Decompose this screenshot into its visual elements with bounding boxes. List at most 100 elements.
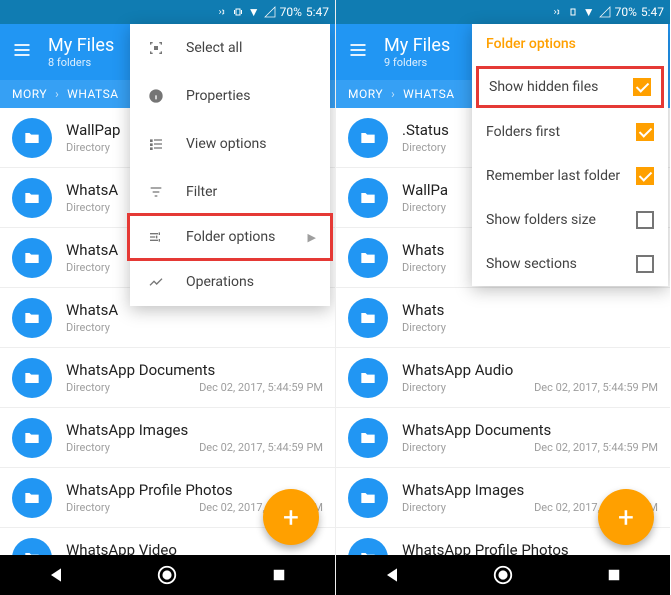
item-type: Directory bbox=[402, 141, 446, 154]
menu-icon[interactable] bbox=[348, 40, 368, 64]
folder-icon bbox=[12, 238, 52, 278]
select-all-icon bbox=[144, 40, 168, 56]
option-show-size[interactable]: Show folders size bbox=[472, 198, 668, 242]
folder-icon bbox=[348, 418, 388, 458]
nav-bar bbox=[336, 555, 670, 595]
menu-properties[interactable]: Properties bbox=[130, 72, 330, 120]
list-item[interactable]: WhatsApp DocumentsDirectoryDec 02, 2017,… bbox=[336, 408, 670, 468]
clock-text: 5:47 bbox=[306, 5, 329, 19]
checkbox-icon[interactable] bbox=[633, 78, 651, 96]
option-label: Show hidden files bbox=[489, 79, 598, 95]
item-date: Dec 02, 2017, 5:44:59 PM bbox=[199, 381, 323, 394]
list-item[interactable]: WhatsApp Documents Directory Dec 02, 2017,… bbox=[0, 348, 335, 408]
menu-label: Operations bbox=[186, 274, 254, 290]
fab-add[interactable]: + bbox=[263, 489, 319, 545]
item-type: Directory bbox=[402, 381, 446, 394]
back-button[interactable] bbox=[380, 563, 404, 587]
menu-view-options[interactable]: View options bbox=[130, 120, 330, 168]
nav-bar bbox=[0, 555, 335, 595]
phone-left: ▼ 70% 5:47 My Files 8 folders MORY › WHA… bbox=[0, 0, 335, 595]
popup-title: Folder options bbox=[472, 24, 668, 64]
option-remember[interactable]: Remember last folder bbox=[472, 154, 668, 198]
menu-label: Filter bbox=[186, 184, 217, 200]
status-bar: ▼ 70% 5:47 bbox=[0, 0, 335, 24]
breadcrumb-seg[interactable]: MORY bbox=[348, 87, 383, 101]
checkbox-icon[interactable] bbox=[636, 123, 654, 141]
tune-icon bbox=[144, 229, 168, 245]
folder-icon bbox=[348, 238, 388, 278]
battery-text: 70% bbox=[615, 5, 637, 19]
chevron-right-icon: › bbox=[391, 87, 395, 101]
folder-icon bbox=[12, 478, 52, 518]
item-name: WhatsApp Audio bbox=[402, 361, 658, 379]
app-subtitle: 9 folders bbox=[384, 56, 450, 69]
checkbox-icon[interactable] bbox=[636, 167, 654, 185]
wifi-icon: ▼ bbox=[248, 5, 260, 19]
checkbox-icon[interactable] bbox=[636, 255, 654, 273]
context-menu: Select all Properties View options Filte… bbox=[130, 24, 330, 306]
option-show-sections[interactable]: Show sections bbox=[472, 242, 668, 286]
item-type: Directory bbox=[402, 261, 446, 274]
vibrate-icon bbox=[232, 6, 244, 18]
home-button[interactable] bbox=[491, 563, 515, 587]
folder-icon bbox=[348, 178, 388, 218]
vibrate-icon bbox=[567, 6, 579, 18]
menu-select-all[interactable]: Select all bbox=[130, 24, 330, 72]
folder-icon bbox=[348, 118, 388, 158]
item-type: Directory bbox=[402, 201, 446, 214]
folder-icon bbox=[348, 298, 388, 338]
list-item[interactable]: WhatsApp ImagesDirectoryDec 02, 2017, 5:… bbox=[0, 408, 335, 468]
item-type: Directory bbox=[66, 381, 110, 394]
option-label: Show sections bbox=[486, 256, 577, 272]
item-type: Directory bbox=[402, 441, 446, 454]
menu-label: Select all bbox=[186, 40, 242, 56]
wifi-icon: ▼ bbox=[583, 5, 595, 19]
list-item[interactable]: WhatsDirectory bbox=[336, 288, 670, 348]
app-title: My Files bbox=[384, 35, 450, 56]
recent-button[interactable] bbox=[602, 563, 626, 587]
item-name: WhatsApp Images bbox=[66, 421, 323, 439]
back-button[interactable] bbox=[44, 563, 68, 587]
bluetooth-icon bbox=[216, 6, 228, 18]
menu-label: View options bbox=[186, 136, 267, 152]
app-subtitle: 8 folders bbox=[48, 56, 114, 69]
option-label: Folders first bbox=[486, 124, 560, 140]
option-label: Remember last folder bbox=[486, 168, 620, 184]
option-folders-first[interactable]: Folders first bbox=[472, 110, 668, 154]
item-name: Whats bbox=[402, 301, 658, 319]
breadcrumb-seg[interactable]: MORY bbox=[12, 87, 47, 101]
folder-icon bbox=[12, 178, 52, 218]
item-type: Directory bbox=[66, 321, 110, 334]
status-bar: ▼ 70% 5:47 bbox=[336, 0, 670, 24]
folder-icon bbox=[12, 298, 52, 338]
item-type: Directory bbox=[66, 141, 110, 154]
menu-label: Folder options bbox=[186, 229, 275, 245]
home-button[interactable] bbox=[155, 563, 179, 587]
view-icon bbox=[144, 136, 168, 152]
menu-folder-options[interactable]: Folder options ▶ bbox=[127, 213, 333, 261]
menu-icon[interactable] bbox=[12, 40, 32, 64]
menu-operations[interactable]: Operations bbox=[130, 258, 330, 306]
clock-text: 5:47 bbox=[641, 5, 664, 19]
breadcrumb-seg[interactable]: WHATSA bbox=[67, 87, 118, 101]
bluetooth-icon bbox=[551, 6, 563, 18]
recent-button[interactable] bbox=[267, 563, 291, 587]
list-item[interactable]: WhatsApp AudioDirectoryDec 02, 2017, 5:4… bbox=[336, 348, 670, 408]
checkbox-icon[interactable] bbox=[636, 211, 654, 229]
signal-icon bbox=[264, 6, 276, 18]
folder-icon bbox=[12, 418, 52, 458]
item-type: Directory bbox=[66, 261, 110, 274]
option-show-hidden[interactable]: Show hidden files bbox=[476, 66, 664, 108]
menu-filter[interactable]: Filter bbox=[130, 168, 330, 216]
item-type: Directory bbox=[66, 501, 110, 514]
info-icon bbox=[144, 88, 168, 104]
chevron-right-icon: › bbox=[55, 87, 59, 101]
fab-add[interactable]: + bbox=[598, 489, 654, 545]
item-type: Directory bbox=[66, 441, 110, 454]
item-type: Directory bbox=[66, 201, 110, 214]
app-title: My Files bbox=[48, 35, 114, 56]
breadcrumb-seg[interactable]: WHATSA bbox=[403, 87, 454, 101]
folder-options-popup: Folder options Show hidden files Folders… bbox=[472, 24, 668, 286]
item-name: WhatsApp Documents bbox=[66, 361, 323, 379]
filter-icon bbox=[144, 184, 168, 200]
